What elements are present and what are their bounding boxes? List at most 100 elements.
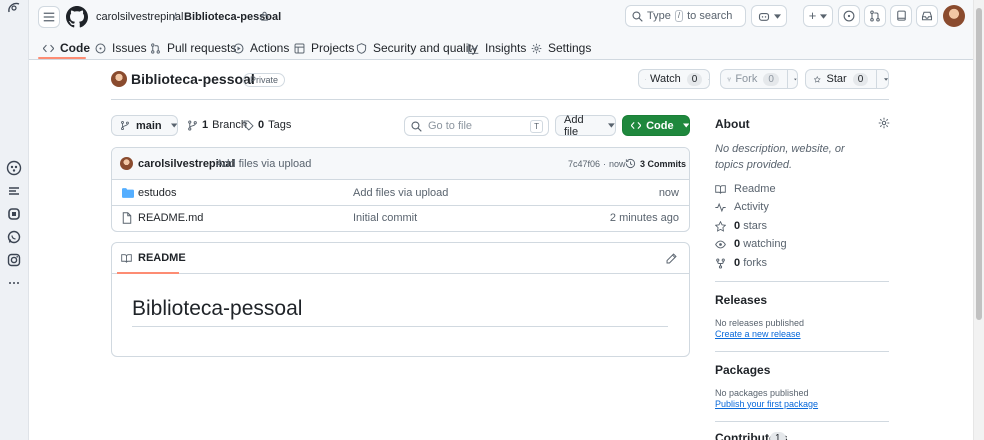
tags-link[interactable]: 0 Tags (243, 119, 291, 131)
tab-code[interactable]: Code (43, 37, 90, 59)
tab-projects[interactable]: Projects (294, 37, 354, 59)
readme-box: README Biblioteca-pessoal (111, 242, 690, 357)
games-icon[interactable] (6, 160, 22, 176)
repo-icon (896, 10, 906, 21)
gear-icon (531, 43, 542, 53)
fork-count: 0 (763, 72, 779, 86)
browser-sidebar-top-icon[interactable] (6, 0, 22, 16)
about-description: No description, website, or topics provi… (715, 143, 845, 171)
visibility-badge: Private (243, 73, 286, 87)
create-release-link[interactable]: Create a new release (715, 329, 801, 339)
hamburger-icon (43, 12, 55, 22)
about-forks-label: forks (743, 257, 768, 269)
about-activity-link[interactable]: Activity (715, 199, 769, 215)
book-icon (715, 184, 726, 194)
scrollbar-thumb[interactable] (976, 8, 982, 320)
menu-button[interactable] (38, 6, 60, 28)
commit-meta: 7c47f06 · now (568, 159, 626, 169)
repositories-button[interactable] (890, 5, 912, 27)
tab-settings[interactable]: Settings (531, 37, 591, 59)
table-row[interactable]: estudos Add files via upload now (112, 180, 689, 206)
branches-link[interactable]: 1 Branch (187, 119, 247, 131)
issues-button[interactable] (838, 5, 860, 27)
chevron-down-icon (794, 78, 797, 80)
play-icon (233, 43, 244, 53)
about-stars-link[interactable]: 0 stars (715, 218, 767, 234)
instagram-icon[interactable] (6, 252, 22, 268)
fork-icon (727, 77, 731, 81)
about-readme-link[interactable]: Readme (715, 181, 776, 197)
tab-pull-requests[interactable]: Pull requests (150, 37, 236, 59)
file-name[interactable]: README.md (138, 212, 203, 224)
about-readme-label: Readme (734, 183, 776, 195)
code-button[interactable]: Code (622, 115, 690, 136)
tab-insights[interactable]: Insights (468, 37, 526, 59)
active-tab-underline (38, 57, 86, 59)
commits-link[interactable]: 3 Commits (625, 158, 686, 169)
tab-actions[interactable]: Actions (233, 37, 289, 59)
user-avatar[interactable] (943, 5, 965, 27)
branch-count-label: Branch (212, 119, 247, 131)
inbox-button[interactable] (916, 5, 938, 27)
branch-selector[interactable]: main (111, 115, 178, 136)
repo-header: carolsilvestrepinal / Biblioteca-pessoal… (29, 0, 973, 60)
page-scrollbar[interactable] (973, 0, 984, 440)
pulse-icon (715, 202, 726, 212)
copilot-button[interactable] (751, 5, 787, 27)
add-file-button[interactable]: Add file (555, 113, 616, 138)
about-forks-link[interactable]: 0 forks (715, 255, 767, 271)
packages-title[interactable]: Packages (715, 363, 770, 377)
readme-tab[interactable]: README (121, 252, 186, 264)
pull-requests-button[interactable] (864, 5, 886, 27)
file-commit-message[interactable]: Initial commit (353, 212, 417, 224)
repo-owner-avatar[interactable] (111, 71, 127, 87)
tag-count-label: Tags (268, 119, 292, 131)
office-icon[interactable] (6, 206, 22, 222)
branch-count: 1 (202, 119, 209, 131)
owner-link[interactable]: carolsilvestrepinal (96, 11, 183, 23)
about-watching-count: 0 (734, 238, 741, 250)
chevron-down-icon (883, 77, 888, 81)
tab-security[interactable]: Security and quality (356, 37, 478, 59)
watch-button[interactable]: Watch 0 (638, 69, 710, 89)
star-button[interactable]: Star 0 (805, 69, 889, 89)
watch-count: 0 (686, 72, 703, 86)
commit-meta-separator: · (603, 159, 607, 169)
add-file-label: Add file (564, 113, 584, 138)
about-watching-link[interactable]: 0 watching (715, 236, 787, 252)
table-row[interactable]: README.md Initial commit 2 minutes ago (112, 206, 689, 231)
more-icon[interactable] (6, 275, 22, 291)
commit-message[interactable]: Add files via upload (216, 158, 311, 170)
branch-icon (188, 119, 197, 131)
fork-label: Fork (735, 73, 758, 85)
create-new-button[interactable]: + (803, 5, 833, 27)
pencil-icon[interactable] (666, 253, 677, 264)
chevron-down-icon (708, 78, 709, 80)
tab-security-label: Security and quality (373, 41, 478, 55)
file-commit-message[interactable]: Add files via upload (353, 187, 448, 199)
about-title: About (715, 117, 750, 131)
whatsapp-icon[interactable] (6, 229, 22, 245)
sidebar-divider (715, 281, 889, 282)
tab-issues[interactable]: Issues (95, 37, 147, 59)
eye-icon (715, 240, 726, 248)
fork-button[interactable]: Fork 0 (720, 69, 798, 89)
commit-sha[interactable]: 7c47f06 (568, 159, 600, 169)
releases-title[interactable]: Releases (715, 293, 767, 307)
code-icon (43, 44, 54, 52)
file-icon (122, 212, 132, 224)
fork-icon (716, 257, 725, 269)
github-logo-icon[interactable] (66, 6, 88, 28)
publish-package-link[interactable]: Publish your first package (715, 399, 818, 409)
tag-icon (243, 120, 254, 131)
file-name[interactable]: estudos (138, 187, 177, 199)
folder-icon (122, 188, 134, 198)
graph-icon (468, 43, 479, 54)
gear-icon[interactable] (878, 117, 890, 129)
plus-icon: + (808, 8, 817, 23)
go-to-file-input[interactable]: Go to file T (404, 116, 549, 136)
search-input[interactable]: Type / to search (625, 5, 746, 27)
pull-request-icon (151, 42, 160, 54)
tools-icon[interactable] (6, 183, 22, 199)
repo-title[interactable]: Biblioteca-pessoal (131, 71, 255, 87)
